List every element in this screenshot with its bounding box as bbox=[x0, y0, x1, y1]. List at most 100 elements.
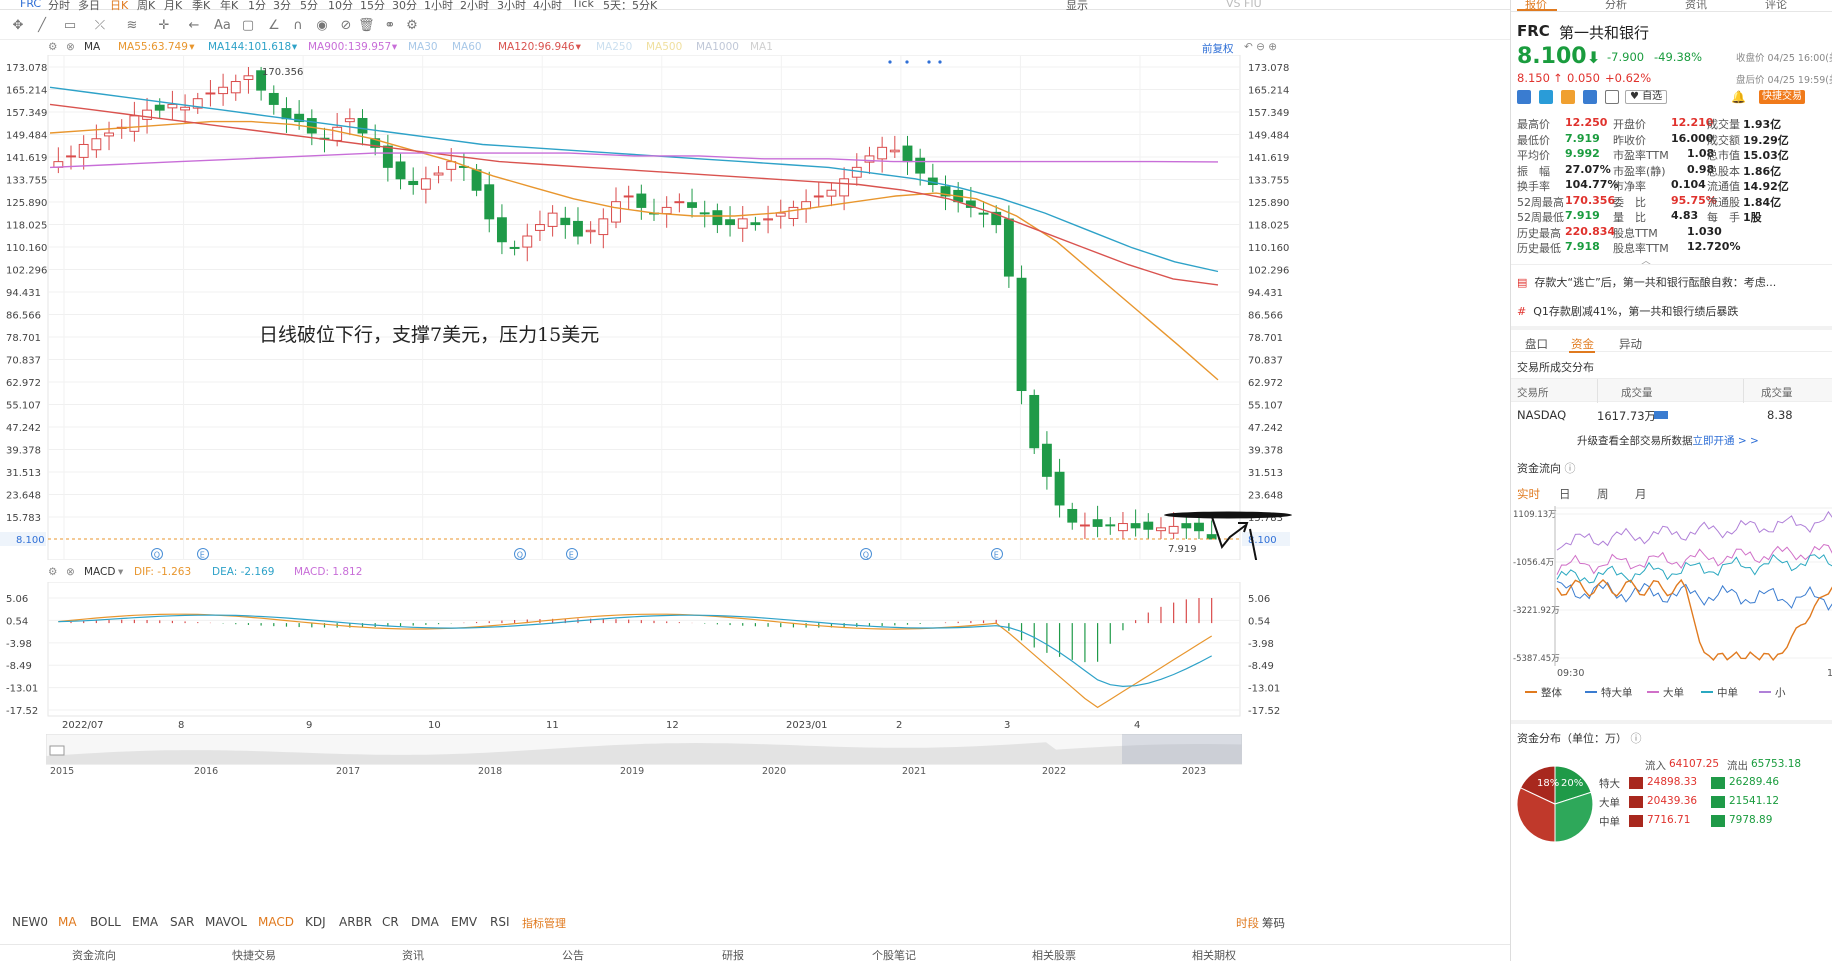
candle-body[interactable] bbox=[1041, 443, 1052, 477]
chevron-down-icon[interactable]: ▾ bbox=[118, 566, 123, 578]
candle-body[interactable] bbox=[104, 132, 114, 137]
candle-body[interactable] bbox=[357, 117, 368, 134]
indicator-tab[interactable]: KDJ bbox=[305, 915, 326, 929]
candle-body[interactable] bbox=[496, 217, 507, 243]
trend-tool-icon[interactable]: ⤫ bbox=[92, 18, 108, 34]
capital-flow-chart[interactable]: 1109.13万 -1056.4万 -3221.92万 -5387.45万 09:30 1 bbox=[1511, 506, 1832, 682]
candle-body[interactable] bbox=[535, 224, 545, 231]
sidebar-tab[interactable]: 分析 bbox=[1605, 0, 1627, 12]
candle-body[interactable] bbox=[154, 104, 165, 111]
info-icon[interactable]: ⓘ bbox=[1565, 462, 1576, 475]
settings-icon[interactable]: ⚙ bbox=[404, 18, 420, 34]
close-icon[interactable]: ⊗ bbox=[66, 566, 75, 578]
indicator-tab[interactable]: NEW0 bbox=[12, 915, 48, 929]
candle-body[interactable] bbox=[763, 218, 774, 221]
candle-body[interactable] bbox=[737, 218, 748, 229]
indicator-tab[interactable]: CR bbox=[382, 915, 399, 929]
watchlist-button[interactable]: ♥ 自选 bbox=[1625, 90, 1668, 104]
candle-body[interactable] bbox=[1003, 218, 1014, 277]
candle-body[interactable] bbox=[1054, 471, 1065, 506]
candle-body[interactable] bbox=[1016, 277, 1027, 392]
note-tool-icon[interactable]: ▢ bbox=[240, 18, 256, 34]
indicator-tab[interactable]: EMV bbox=[451, 915, 477, 929]
copy-icon[interactable] bbox=[1605, 90, 1619, 104]
candle-body[interactable] bbox=[433, 172, 444, 176]
ma-label[interactable]: MA bbox=[84, 41, 100, 53]
tab-realtime[interactable]: 实时 bbox=[1517, 486, 1540, 502]
candle-body[interactable] bbox=[66, 155, 76, 158]
candle-body[interactable] bbox=[420, 178, 431, 190]
candle-body[interactable] bbox=[1029, 394, 1040, 449]
candle-body[interactable] bbox=[636, 193, 647, 208]
candle-body[interactable] bbox=[598, 218, 609, 236]
candle-body[interactable] bbox=[877, 146, 888, 160]
indicator-tab[interactable]: MA bbox=[58, 915, 77, 929]
candle-body[interactable] bbox=[408, 180, 419, 186]
line-tool-icon[interactable]: ╱ bbox=[34, 18, 50, 34]
chevron-down-icon[interactable]: ▾ bbox=[189, 41, 194, 53]
indicator-tab[interactable]: ARBR bbox=[339, 915, 372, 929]
eye-icon[interactable]: ◉ bbox=[314, 18, 330, 34]
close-icon[interactable]: ⊗ bbox=[66, 41, 75, 53]
candle-body[interactable] bbox=[978, 212, 989, 215]
candle-body[interactable] bbox=[661, 206, 672, 215]
candle-body[interactable] bbox=[1067, 508, 1078, 523]
candle-body[interactable] bbox=[129, 115, 140, 132]
candle-body[interactable] bbox=[1092, 519, 1103, 527]
sidebar-tab[interactable]: 资讯 bbox=[1685, 0, 1707, 12]
indicator-tab[interactable]: SAR bbox=[170, 915, 194, 929]
candle-body[interactable] bbox=[395, 161, 406, 180]
candle-body[interactable] bbox=[1079, 524, 1090, 527]
rectangle-tool-icon[interactable]: ▭ bbox=[62, 18, 78, 34]
candle-body[interactable] bbox=[509, 246, 520, 249]
overview-handle-icon[interactable] bbox=[49, 745, 65, 756]
bottom-tab[interactable]: 资讯 bbox=[402, 947, 424, 961]
tab-day[interactable]: 日 bbox=[1559, 486, 1571, 502]
candle-body[interactable] bbox=[889, 149, 900, 153]
candle-body[interactable] bbox=[1130, 523, 1141, 529]
ma-legend-item[interactable]: MA1000 bbox=[696, 41, 739, 53]
candle-body[interactable] bbox=[788, 206, 799, 219]
candle-body[interactable] bbox=[725, 219, 735, 226]
candle-body[interactable] bbox=[1118, 523, 1128, 532]
restore-button[interactable]: 前复权 bbox=[1202, 41, 1234, 56]
candle-body[interactable] bbox=[674, 201, 685, 204]
bottom-tab[interactable]: 个股笔记 bbox=[872, 947, 916, 961]
candle-body[interactable] bbox=[902, 145, 913, 163]
bottom-tab[interactable]: 快捷交易 bbox=[232, 947, 276, 961]
macd-legend-item[interactable]: DEA: -2.169 bbox=[212, 566, 274, 578]
bottom-tab[interactable]: 相关股票 bbox=[1032, 947, 1076, 961]
quick-trade-button[interactable]: 快捷交易 bbox=[1759, 90, 1805, 104]
candle-body[interactable] bbox=[1143, 521, 1154, 530]
candle-body[interactable] bbox=[611, 201, 621, 223]
candle-body[interactable] bbox=[243, 75, 254, 80]
bottom-tab[interactable]: 研报 bbox=[722, 947, 744, 961]
upgrade-link[interactable]: 立即开通 > > bbox=[1693, 435, 1759, 447]
session-button[interactable]: 时段 bbox=[1236, 915, 1259, 931]
candle-body[interactable] bbox=[230, 81, 241, 94]
candle-body[interactable] bbox=[332, 126, 343, 141]
candle-body[interactable] bbox=[1168, 525, 1179, 534]
candle-body[interactable] bbox=[78, 143, 89, 158]
candle-body[interactable] bbox=[915, 157, 926, 174]
magnet-icon[interactable]: ∩ bbox=[290, 18, 306, 34]
candle-body[interactable] bbox=[382, 145, 393, 168]
news-item[interactable]: # Q1存款剧减41%，第一共和银行绩后暴跌 bbox=[1517, 303, 1829, 319]
tab-month[interactable]: 月 bbox=[1635, 486, 1647, 502]
drawn-resistance-mark[interactable] bbox=[1164, 511, 1292, 519]
chevron-down-icon[interactable]: ▾ bbox=[392, 41, 397, 53]
candle-body[interactable] bbox=[484, 184, 495, 220]
link-icon[interactable]: ⚭ bbox=[382, 18, 398, 34]
ma-legend-item[interactable]: MA250 bbox=[596, 41, 632, 53]
gear-icon[interactable]: ⚙ bbox=[48, 41, 57, 53]
tab-orderbook[interactable]: 盘口 bbox=[1525, 336, 1548, 352]
text-tool-icon[interactable]: Aa bbox=[214, 18, 231, 34]
candle-body[interactable] bbox=[306, 118, 317, 134]
tab-week[interactable]: 周 bbox=[1597, 486, 1609, 502]
ma-legend-item[interactable]: MA144:101.618 bbox=[208, 41, 291, 53]
sidebar-tab[interactable]: 评论 bbox=[1765, 0, 1787, 12]
pen-tool-icon[interactable]: ∠ bbox=[266, 18, 282, 34]
candle-body[interactable] bbox=[281, 108, 292, 120]
ma-legend-item[interactable]: MA1 bbox=[750, 41, 773, 53]
chip-button[interactable]: 筹码 bbox=[1262, 915, 1285, 931]
